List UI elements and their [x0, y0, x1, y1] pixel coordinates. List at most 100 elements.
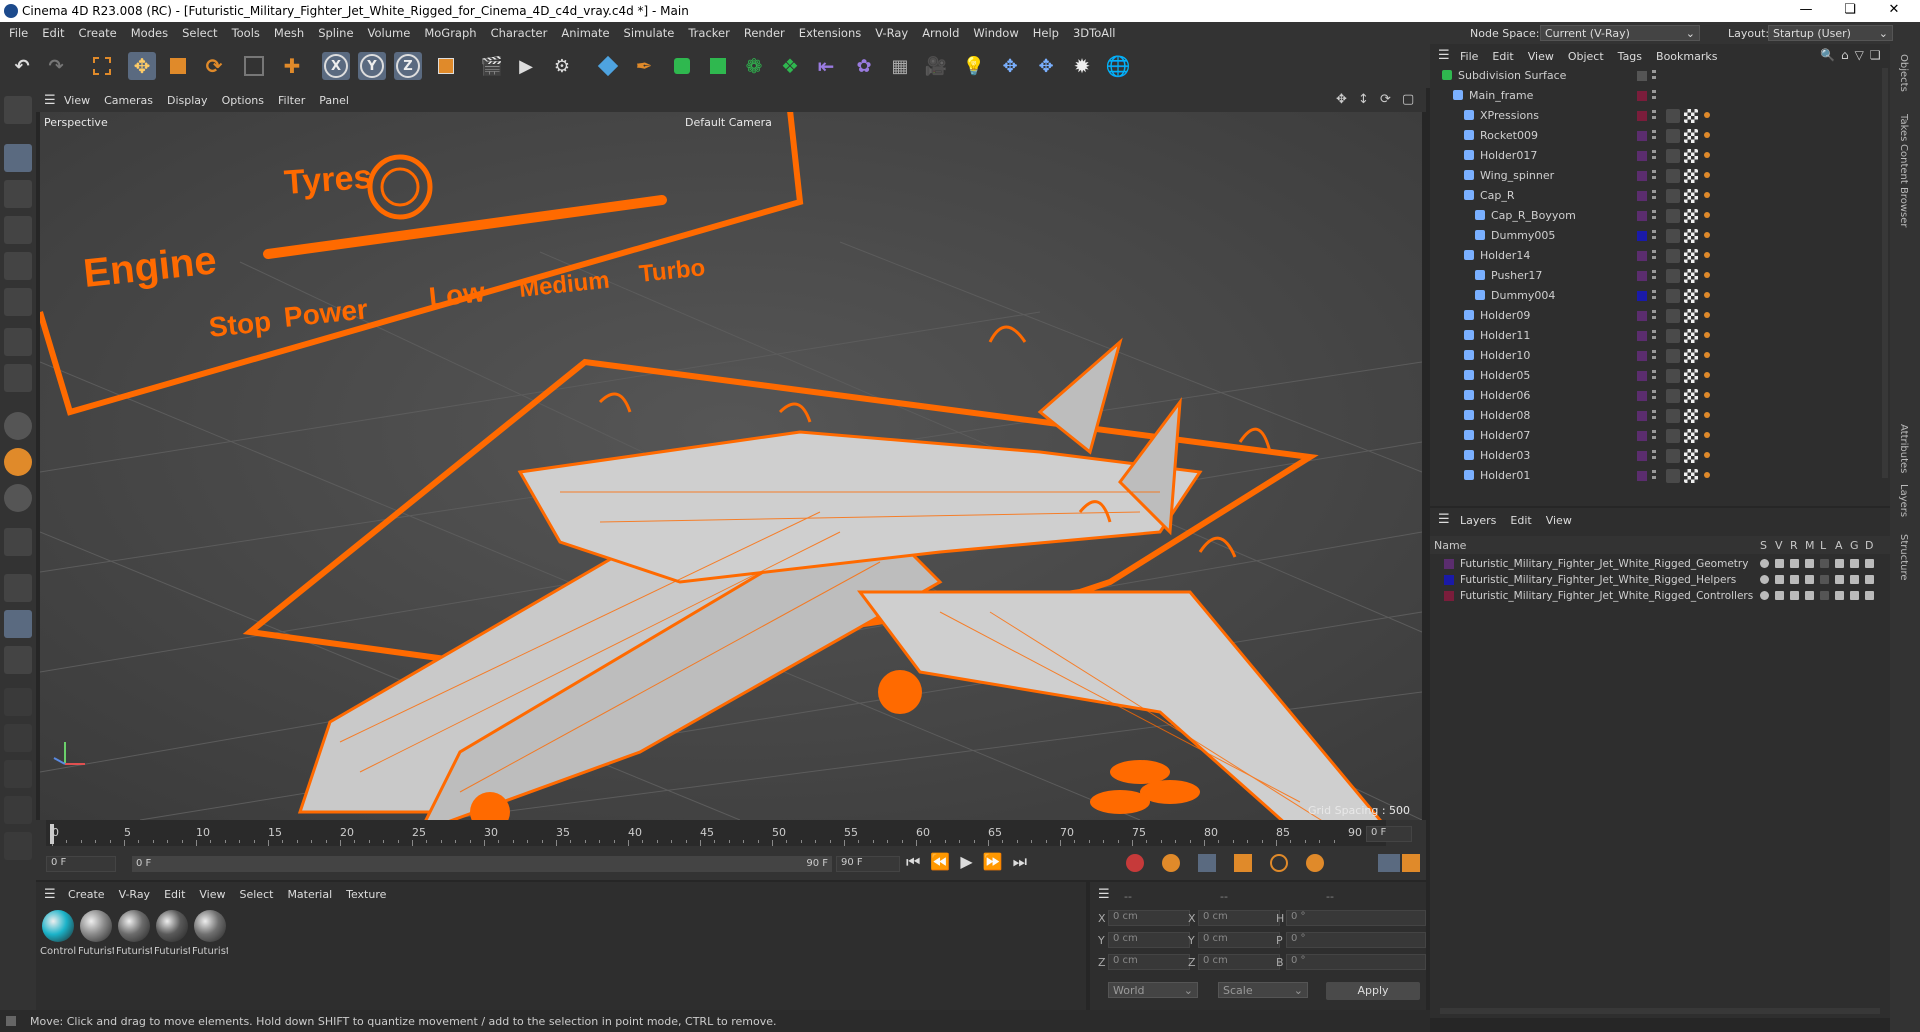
node-space-select[interactable]: Current (V-Ray) ⌄: [1540, 25, 1700, 41]
object-row[interactable]: Dummy004: [1430, 286, 1880, 306]
layer-toggle-icon[interactable]: [1775, 575, 1784, 584]
object-menu-file[interactable]: File: [1460, 50, 1478, 63]
layout-select[interactable]: Startup (User) ⌄: [1768, 25, 1893, 41]
current-frame-field[interactable]: 0 F: [1366, 826, 1412, 842]
rotate-icon[interactable]: ⟳: [200, 52, 228, 80]
select-icon[interactable]: [88, 52, 116, 80]
workplane-snap-icon[interactable]: [4, 484, 32, 512]
constraint-tag-icon[interactable]: [1704, 112, 1710, 118]
range-slider[interactable]: 0 F 90 F: [132, 856, 832, 872]
viewport-rotate-icon[interactable]: ⟳: [1380, 92, 1391, 107]
material-tag-icon[interactable]: [1684, 189, 1698, 203]
visibility-dots-icon[interactable]: [1652, 370, 1656, 382]
menu-tracker[interactable]: Tracker: [681, 22, 737, 40]
viewport-menu-options[interactable]: Options: [222, 94, 264, 107]
filter-icon[interactable]: ▽: [1855, 48, 1870, 62]
object-row[interactable]: Holder14: [1430, 246, 1880, 266]
constraint-tag-icon[interactable]: [1704, 212, 1710, 218]
object-row[interactable]: Rocket009: [1430, 126, 1880, 146]
visibility-dots-icon[interactable]: [1652, 470, 1656, 482]
layer-toggle-icon[interactable]: [1835, 575, 1844, 584]
tag-icon[interactable]: [1666, 349, 1680, 363]
visibility-dots-icon[interactable]: [1652, 410, 1656, 422]
tag-icon[interactable]: [1666, 269, 1680, 283]
visibility-dots-icon[interactable]: [1652, 190, 1656, 202]
object-menu-bookmarks[interactable]: Bookmarks: [1656, 50, 1717, 63]
coord-field[interactable]: 0 °: [1286, 954, 1426, 970]
menu-extensions[interactable]: Extensions: [792, 22, 868, 40]
constraint-tag-icon[interactable]: [1704, 152, 1710, 158]
coord-field[interactable]: 0 cm: [1108, 954, 1190, 970]
extrude-icon[interactable]: [704, 52, 732, 80]
constraint-tag-icon[interactable]: [1704, 332, 1710, 338]
menu-3dtoall[interactable]: 3DToAll: [1066, 22, 1123, 40]
x-axis-icon[interactable]: X: [322, 52, 350, 80]
visibility-dots-icon[interactable]: [1652, 290, 1656, 302]
layer-toggle-icon[interactable]: [1790, 559, 1799, 568]
magnet-icon[interactable]: [4, 528, 32, 556]
material-tag-icon[interactable]: [1684, 449, 1698, 463]
menu-help[interactable]: Help: [1026, 22, 1066, 40]
side-tab-layers[interactable]: Layers: [1898, 484, 1909, 517]
layer-menu-layers[interactable]: Layers: [1460, 514, 1496, 527]
menu-animate[interactable]: Animate: [554, 22, 616, 40]
deformer-icon[interactable]: ❖: [776, 52, 804, 80]
layer-row[interactable]: Futuristic_Military_Fighter_Jet_White_Ri…: [1430, 588, 1880, 604]
layer-toggle-icon[interactable]: [1820, 591, 1829, 600]
menu-create[interactable]: Create: [72, 22, 124, 40]
layer-toggle-icon[interactable]: [1850, 559, 1859, 568]
render-settings-icon[interactable]: ⚙: [548, 52, 576, 80]
material-swatch[interactable]: [118, 910, 150, 942]
material-swatch[interactable]: [156, 910, 188, 942]
layer-toggle-icon[interactable]: [1805, 559, 1814, 568]
material-tag-icon[interactable]: [1684, 369, 1698, 383]
maximize-icon[interactable]: ❏: [1828, 2, 1872, 20]
material-item[interactable]: Futuristi: [116, 908, 152, 968]
visibility-dots-icon[interactable]: [1652, 170, 1656, 182]
sculpt-icon[interactable]: [4, 724, 32, 752]
tag-icon[interactable]: [1666, 369, 1680, 383]
viewport-maximize-icon[interactable]: ▢: [1402, 92, 1414, 107]
key-rotation-icon[interactable]: [1270, 854, 1288, 872]
snap-settings-icon[interactable]: [4, 448, 32, 476]
subdivision-icon[interactable]: [668, 52, 696, 80]
key-position-icon[interactable]: [1198, 854, 1216, 872]
smooth-icon[interactable]: [4, 760, 32, 788]
layer-scrollbar[interactable]: [1440, 1008, 1880, 1014]
make-editable-icon[interactable]: [4, 96, 32, 124]
constraint-tag-icon[interactable]: [1704, 252, 1710, 258]
new-view-icon[interactable]: ❏: [1870, 48, 1887, 62]
tag-icon[interactable]: [1666, 129, 1680, 143]
tag-icon[interactable]: [1666, 449, 1680, 463]
menu-render[interactable]: Render: [737, 22, 792, 40]
constraint-tag-icon[interactable]: [1704, 132, 1710, 138]
material-tag-icon[interactable]: [1684, 149, 1698, 163]
key-scale-icon[interactable]: [1234, 854, 1252, 872]
layer-row[interactable]: Futuristic_Military_Fighter_Jet_White_Ri…: [1430, 572, 1880, 588]
transform-icon[interactable]: ✚: [278, 52, 306, 80]
visibility-dots-icon[interactable]: [1652, 90, 1656, 102]
layer-toggle-icon[interactable]: [1865, 559, 1874, 568]
menu-spline[interactable]: Spline: [311, 22, 360, 40]
workplane-icon[interactable]: [4, 574, 32, 602]
material-item[interactable]: Controll: [40, 908, 76, 968]
tag-icon[interactable]: [1666, 329, 1680, 343]
object-row[interactable]: Dummy005: [1430, 226, 1880, 246]
object-menu-edit[interactable]: Edit: [1492, 50, 1513, 63]
uv-mode-icon[interactable]: [4, 328, 32, 356]
material-tag-icon[interactable]: [1684, 109, 1698, 123]
object-row[interactable]: Wing_spinner: [1430, 166, 1880, 186]
globe-icon[interactable]: 🌐: [1104, 52, 1132, 80]
layer-row[interactable]: Futuristic_Military_Fighter_Jet_White_Ri…: [1430, 556, 1880, 572]
playhead[interactable]: [50, 824, 54, 844]
hair-icon[interactable]: ✿: [850, 52, 878, 80]
material-tag-icon[interactable]: [1684, 409, 1698, 423]
constraint-tag-icon[interactable]: [1704, 232, 1710, 238]
coord-field[interactable]: 0 cm: [1108, 910, 1190, 926]
material-tag-icon[interactable]: [1684, 269, 1698, 283]
layer-toggle-icon[interactable]: [1820, 559, 1829, 568]
previous-key-icon[interactable]: ⏪: [930, 852, 960, 871]
object-row[interactable]: Holder017: [1430, 146, 1880, 166]
object-row[interactable]: Holder05: [1430, 366, 1880, 386]
python-icon[interactable]: ✥: [996, 52, 1024, 80]
